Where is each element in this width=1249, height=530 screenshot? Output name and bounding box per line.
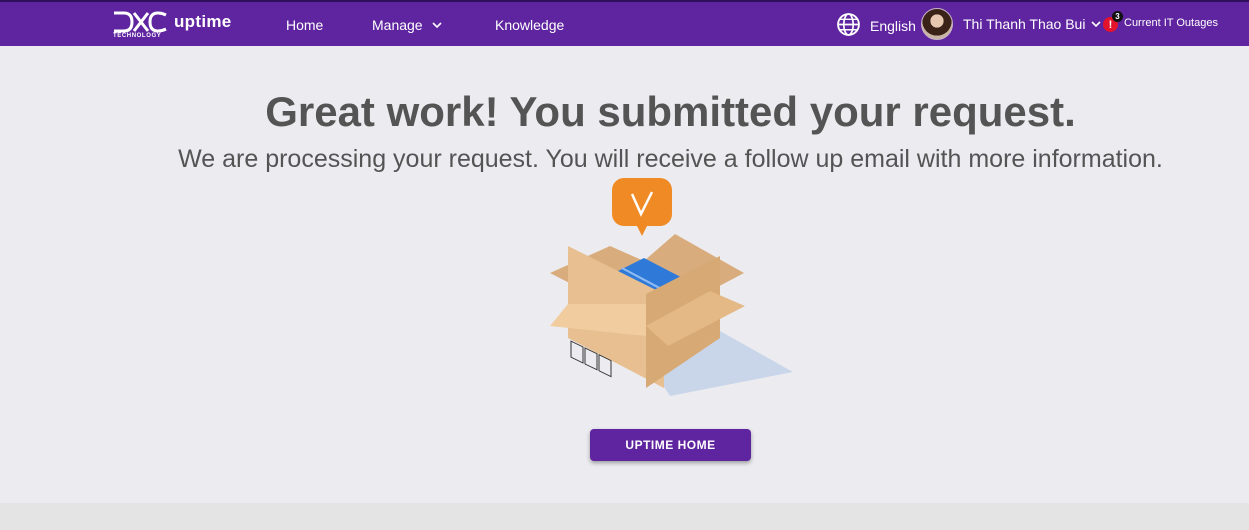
dxc-logo-mark — [114, 11, 167, 33]
chevron-down-icon — [1091, 21, 1102, 28]
user-menu[interactable]: Thi Thanh Thao Bui — [963, 16, 1102, 32]
uptime-home-button[interactable]: UPTIME HOME — [590, 429, 751, 461]
user-name: Thi Thanh Thao Bui — [963, 16, 1086, 32]
language-label: English — [870, 17, 916, 34]
nav-knowledge-label: Knowledge — [495, 17, 565, 33]
nav-knowledge[interactable]: Knowledge — [495, 16, 564, 34]
globe-icon — [837, 13, 860, 36]
alert-icon: ! 3 — [1103, 11, 1123, 32]
language-selector[interactable]: English — [836, 12, 916, 37]
logo-subtitle: TECHNOLOGY — [113, 33, 162, 39]
dxc-uptime-logo[interactable]: TECHNOLOGY uptime — [112, 11, 242, 43]
current-it-outages-link[interactable]: ! 3 Current IT Outages — [1103, 11, 1218, 32]
page-subtitle: We are processing your request. You will… — [178, 145, 1163, 173]
outage-count-badge: 3 — [1112, 11, 1123, 22]
app-name: uptime — [174, 12, 232, 31]
nav-home-label: Home — [286, 17, 324, 33]
confirmation-bubble — [612, 178, 672, 226]
chevron-down-icon — [432, 22, 442, 29]
top-navigation-bar: TECHNOLOGY uptime Home Manage Knowledge … — [0, 0, 1249, 46]
nav-home[interactable]: Home — [286, 16, 323, 34]
page-title: Great work! You submitted your request. — [265, 88, 1076, 135]
user-avatar[interactable] — [921, 8, 953, 40]
confirmation-panel: Great work! You submitted your request. … — [0, 46, 1249, 503]
bubble-pointer — [636, 224, 648, 236]
outage-label: Current IT Outages — [1124, 16, 1218, 29]
nav-manage-label: Manage — [372, 17, 423, 33]
open-box-illustration — [550, 178, 793, 396]
footer-band — [0, 503, 1249, 530]
nav-manage-dropdown[interactable]: Manage — [372, 16, 442, 34]
